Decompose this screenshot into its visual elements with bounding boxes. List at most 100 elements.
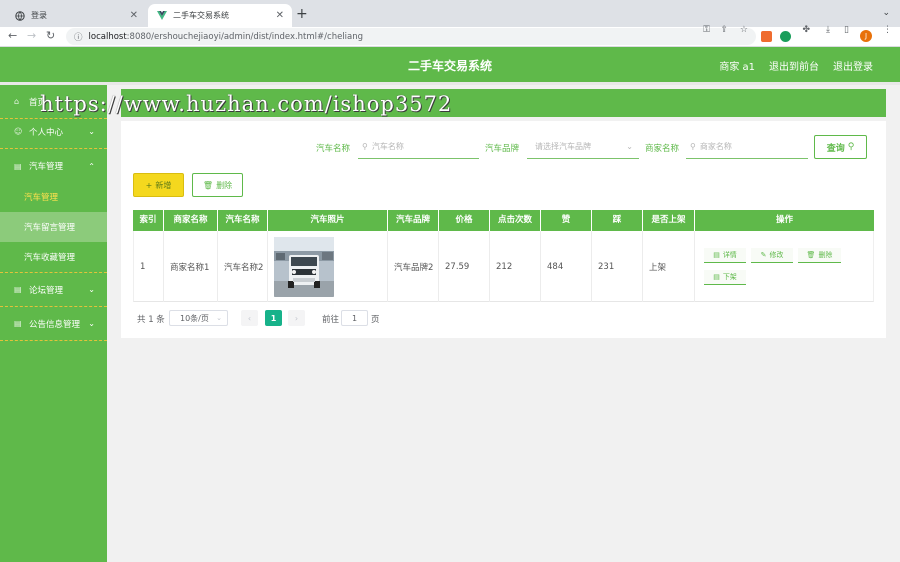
chevron-left-icon: ‹ bbox=[247, 313, 252, 323]
side-panel-icon[interactable]: ▯ bbox=[844, 25, 849, 35]
add-button-label: 新增 bbox=[155, 180, 172, 190]
vue-logo-icon bbox=[156, 10, 167, 21]
sidebar-item-label: 汽车管理 bbox=[29, 162, 64, 172]
cell-clicks: 212 bbox=[490, 231, 541, 302]
cell-actions: ▤ 详情 ✎ 修改 🗑 删除 ▤ 下架 bbox=[695, 231, 873, 302]
query-button[interactable]: 查询 ⚲ bbox=[814, 135, 867, 159]
brand-select[interactable]: 请选择汽车品牌 ⌄ bbox=[527, 135, 639, 159]
merchant-name-search-input[interactable]: ⚲ 商家名称 bbox=[686, 135, 808, 159]
column-header: 点击次数 bbox=[490, 210, 541, 231]
pagination-total: 共 1 条 bbox=[137, 315, 165, 325]
close-icon[interactable]: ✕ bbox=[130, 10, 138, 21]
logout-link[interactable]: 退出登录 bbox=[833, 58, 873, 73]
column-header: 索引 bbox=[133, 210, 164, 231]
column-header: 价格 bbox=[439, 210, 490, 231]
profile-avatar[interactable]: J bbox=[860, 30, 872, 42]
forward-icon[interactable]: → bbox=[27, 29, 36, 42]
sidebar-item-label: 个人中心 bbox=[29, 127, 64, 138]
globe-icon bbox=[14, 10, 25, 21]
info-icon[interactable]: ⓘ bbox=[74, 31, 83, 43]
car-name-label: 汽车名称 bbox=[316, 144, 351, 154]
unlist-button[interactable]: ▤ 下架 bbox=[704, 270, 746, 285]
watermark-text: https://www.huzhan.com/ishop3572 bbox=[40, 92, 453, 116]
browser-menu-icon[interactable]: ⋮ bbox=[883, 25, 892, 35]
column-header: 踩 bbox=[592, 210, 643, 231]
reload-icon[interactable]: ↻ bbox=[46, 29, 55, 42]
sidebar-item-notices[interactable]: ▤ 公告信息管理 ⌄ bbox=[0, 307, 107, 341]
url-host: localhost bbox=[88, 31, 127, 42]
table-row: 1 商家名称1 汽车名称2 汽车品牌2 27.59 212 484 231 上架… bbox=[133, 231, 874, 302]
column-header: 汽车名称 bbox=[218, 210, 268, 231]
sidebar-item-forum[interactable]: ▤ 论坛管理 ⌄ bbox=[0, 273, 107, 307]
edit-button[interactable]: ✎ 修改 bbox=[751, 248, 793, 263]
download-icon[interactable]: ⤓ bbox=[826, 25, 830, 35]
sidebar-item-profile[interactable]: ☺ 个人中心 ⌄ bbox=[0, 115, 107, 149]
cell-status: 上架 bbox=[643, 231, 695, 302]
delete-row-button-label: 删除 bbox=[818, 251, 833, 259]
tab-search-chevron-icon[interactable]: ⌄ bbox=[882, 8, 890, 18]
car-name-search-input[interactable]: ⚲ 汽车名称 bbox=[358, 135, 479, 159]
notice-icon: ▤ bbox=[14, 319, 22, 328]
car-name-placeholder: 汽车名称 bbox=[371, 142, 404, 151]
share-icon[interactable]: ⇪ bbox=[720, 25, 728, 35]
goto-label: 前往 bbox=[322, 315, 340, 325]
add-button[interactable]: + 新增 bbox=[133, 173, 184, 197]
browser-tab-active[interactable]: 二手车交易系统 ✕ bbox=[148, 4, 292, 27]
unlist-button-label: 下架 bbox=[722, 273, 737, 281]
header-nav: 商家 a1 退出到前台 退出登录 bbox=[719, 58, 873, 73]
car-photo-image[interactable] bbox=[274, 236, 334, 297]
extensions-puzzle-icon[interactable]: ✤ bbox=[802, 25, 810, 35]
search-icon: ⚲ bbox=[362, 142, 368, 151]
address-bar: ← → ↻ ⓘ localhost:8080/ershouchejiaoyi/a… bbox=[0, 25, 900, 47]
back-to-frontend-link[interactable]: 退出到前台 bbox=[769, 58, 819, 73]
browser-tab-bar: 登录 ✕ 二手车交易系统 ✕ + ⌄ bbox=[0, 0, 900, 27]
page-size-select[interactable]: 10条/页 ⌄ bbox=[169, 310, 228, 326]
page-number-button[interactable]: 1 bbox=[265, 310, 282, 326]
back-icon[interactable]: ← bbox=[8, 29, 17, 42]
chevron-down-icon: ⌄ bbox=[88, 319, 95, 328]
chevron-down-icon: ⌄ bbox=[88, 127, 95, 136]
brand-label: 汽车品牌 bbox=[485, 144, 520, 154]
column-header: 操作 bbox=[775, 215, 793, 225]
detail-button[interactable]: ▤ 详情 bbox=[704, 248, 746, 263]
column-header: 汽车照片 bbox=[268, 210, 388, 231]
trash-icon: 🗑 bbox=[806, 251, 816, 259]
chevron-down-icon: ⌄ bbox=[88, 285, 95, 294]
brave-shield-icon[interactable] bbox=[761, 31, 772, 42]
new-tab-icon[interactable]: + bbox=[296, 6, 308, 22]
goto-page-input[interactable]: 1 bbox=[341, 310, 368, 326]
column-header: 是否上架 bbox=[643, 210, 695, 231]
merchant-user-label[interactable]: 商家 a1 bbox=[719, 58, 755, 73]
sidebar-subitem-car[interactable]: 汽车管理 bbox=[0, 182, 107, 212]
key-icon[interactable]: ⚿ bbox=[703, 25, 710, 35]
cell-merchant: 商家名称1 bbox=[164, 231, 218, 302]
browser-tab-login[interactable]: 登录 ✕ bbox=[6, 4, 146, 27]
url-input[interactable]: ⓘ localhost:8080/ershouchejiaoyi/admin/d… bbox=[66, 28, 756, 45]
plus-icon: + bbox=[145, 180, 153, 190]
brand-placeholder: 请选择汽车品牌 bbox=[535, 142, 591, 151]
page-size-value: 10条/页 bbox=[180, 313, 209, 323]
sidebar-subitem-label: 汽车管理 bbox=[24, 193, 59, 203]
extension-green-icon[interactable] bbox=[780, 31, 791, 42]
delete-button[interactable]: 🗑 删除 bbox=[798, 248, 841, 263]
sidebar-subitem-car-messages[interactable]: 汽车留言管理 bbox=[0, 212, 107, 242]
url-path: :8080/ershouchejiaoyi/admin/dist/index.h… bbox=[126, 31, 364, 42]
prev-page-button[interactable]: ‹ bbox=[241, 310, 258, 326]
merchant-placeholder: 商家名称 bbox=[699, 142, 732, 151]
cell-likes: 484 bbox=[541, 231, 592, 302]
edit-icon: ✎ bbox=[760, 251, 767, 259]
next-page-button[interactable]: › bbox=[288, 310, 305, 326]
chevron-right-icon: › bbox=[294, 313, 299, 323]
sidebar-item-car-management[interactable]: ▤ 汽车管理 ⌃ bbox=[0, 149, 107, 183]
sidebar-subitem-car-favorites[interactable]: 汽车收藏管理 bbox=[0, 242, 107, 273]
batch-delete-button[interactable]: 🗑 删除 bbox=[192, 173, 243, 197]
close-icon[interactable]: ✕ bbox=[276, 10, 284, 21]
page-number-label: 1 bbox=[270, 313, 277, 323]
column-header: 商家名称 bbox=[164, 210, 218, 231]
user-icon: ☺ bbox=[14, 127, 23, 136]
cell-dislikes: 231 bbox=[592, 231, 643, 302]
document-icon: ▤ bbox=[713, 251, 720, 259]
bookmark-star-icon[interactable]: ☆ bbox=[740, 25, 748, 35]
delete-button-label: 删除 bbox=[216, 180, 233, 190]
sidebar-subitem-label: 汽车留言管理 bbox=[24, 223, 76, 233]
